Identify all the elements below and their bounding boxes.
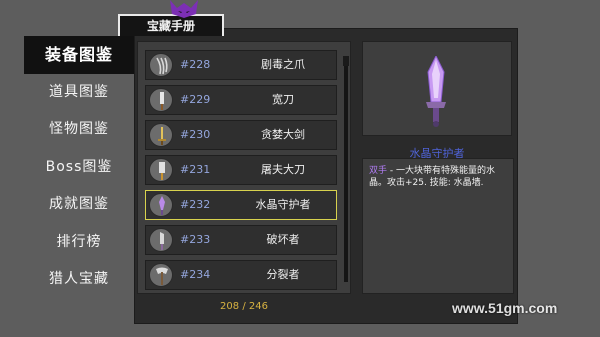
list-item[interactable]: #233 破坏者: [145, 225, 337, 255]
crystal-sword-art: [426, 56, 446, 127]
item-number: #229: [180, 93, 211, 106]
breaker-blade-icon: [149, 228, 173, 252]
item-description: 双手 - 一大块带有特殊能量的水晶。攻击+25. 技能: 水晶墙.: [362, 158, 514, 294]
scroll-thumb[interactable]: [343, 56, 349, 66]
item-name: 屠夫大刀: [261, 163, 305, 176]
equipment-list: #228 剧毒之爪 #229 宽刀 #230 贪婪大剑 #231 屠夫大刀 #2…: [137, 41, 351, 294]
splitter-axe-icon: [149, 263, 173, 287]
list-item[interactable]: #231 屠夫大刀: [145, 155, 337, 185]
broad-blade-icon: [149, 88, 173, 112]
item-number: #231: [180, 163, 211, 176]
list-item[interactable]: #229 宽刀: [145, 85, 337, 115]
list-item[interactable]: #230 贪婪大剑: [145, 120, 337, 150]
site-watermark: www.51gm.com: [452, 300, 558, 316]
item-name: 剧毒之爪: [261, 58, 305, 71]
list-item[interactable]: #234 分裂者: [145, 260, 337, 290]
item-number: #232: [180, 198, 211, 211]
item-name: 贪婪大剑: [261, 128, 305, 141]
sidebar-item-bosses[interactable]: Boss图鉴: [24, 149, 134, 187]
list-scrollbar[interactable]: [344, 62, 348, 282]
sidebar-item-monsters[interactable]: 怪物图鉴: [24, 111, 134, 149]
item-name: 破坏者: [266, 233, 300, 246]
crystal-sword-icon: [149, 193, 173, 217]
sidebar-item-equipment[interactable]: 装备图鉴: [24, 36, 134, 74]
item-number: #230: [180, 128, 211, 141]
item-number: #228: [180, 58, 211, 71]
greatsword-icon: [149, 123, 173, 147]
sidebar-item-items[interactable]: 道具图鉴: [24, 74, 134, 112]
page-title: 宝藏手册: [146, 19, 195, 33]
item-number: #234: [180, 268, 211, 281]
item-name: 分裂者: [266, 268, 300, 281]
category-sidebar: 装备图鉴 道具图鉴 怪物图鉴 Boss图鉴 成就图鉴 排行榜 猎人宝藏: [24, 36, 134, 299]
sidebar-item-leaderboard[interactable]: 排行榜: [24, 224, 134, 262]
butcher-blade-icon: [149, 158, 173, 182]
sidebar-item-achievements[interactable]: 成就图鉴: [24, 186, 134, 224]
weapon-type-tag: 双手: [369, 166, 388, 176]
item-number: #233: [180, 233, 211, 246]
claw-icon: [149, 53, 173, 77]
item-description-text: - 一大块带有特殊能量的水晶。攻击+25. 技能: 水晶墙.: [369, 166, 495, 188]
demon-crest-icon: [170, 0, 198, 18]
list-item[interactable]: #232 水晶守护者: [145, 190, 337, 220]
item-name: 宽刀: [272, 93, 294, 106]
sidebar-item-hunter-treasure[interactable]: 猎人宝藏: [24, 261, 134, 299]
collection-count: 208 / 246: [220, 301, 268, 312]
item-preview: [362, 41, 512, 136]
list-item[interactable]: #228 剧毒之爪: [145, 50, 337, 80]
item-name: 水晶守护者: [255, 198, 311, 211]
